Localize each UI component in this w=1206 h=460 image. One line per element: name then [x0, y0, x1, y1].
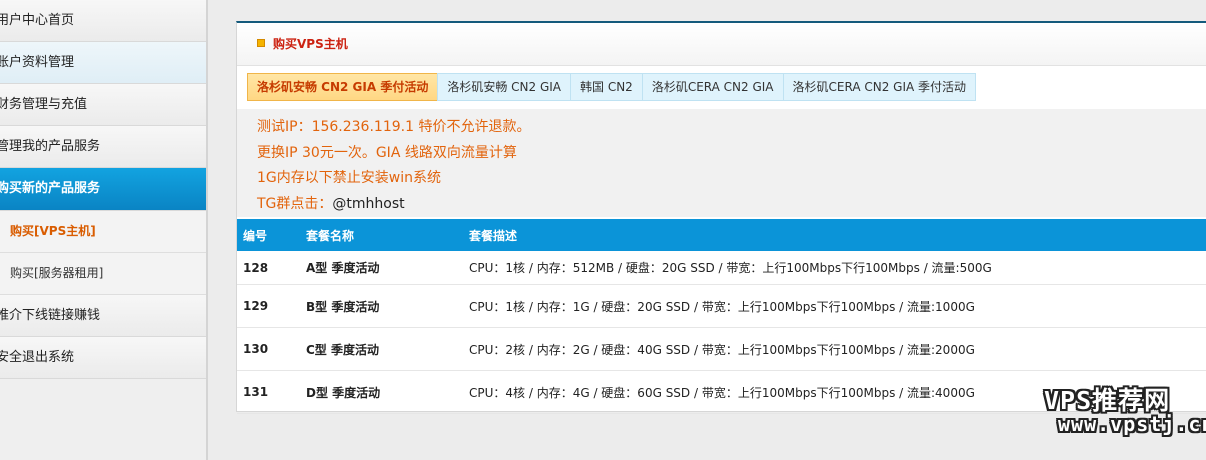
sidebar-subitem-buy-server[interactable]: 购买[服务器租用] [0, 253, 206, 295]
notice-line: 测试IP：156.236.119.1 特价不允许退款。 [257, 119, 531, 135]
plan-id: 131 [237, 370, 300, 414]
plan-id: 128 [237, 251, 300, 285]
sidebar-item-buy-products[interactable]: 购买新的产品服务 [0, 168, 206, 211]
region-tabs: 洛杉矶安畅 CN2 GIA 季付活动 洛杉矶安畅 CN2 GIA 韩国 CN2 … [247, 73, 977, 101]
plan-desc: CPU：1核 / 内存：1G / 硬盘：20G SSD / 带宽：上行100Mb… [463, 284, 1206, 328]
plan-name[interactable]: D型 季度活动 [300, 370, 463, 414]
sidebar: 用户中心首页 账户资料管理 财务管理与充值 管理我的产品服务 购买新的产品服务 … [0, 0, 208, 460]
column-header-name: 套餐名称 [300, 219, 463, 251]
watermark-url: www.vpstj.cn [1058, 412, 1206, 436]
tab-la-cn2-gia-quarterly[interactable]: 洛杉矶安畅 CN2 GIA 季付活动 [247, 73, 439, 101]
panel-header: 购买VPS主机 [237, 23, 1206, 66]
sidebar-item-my-products[interactable]: 管理我的产品服务 [0, 126, 206, 168]
tab-la-cera-cn2-gia-quarterly[interactable]: 洛杉矶CERA CN2 GIA 季付活动 [782, 73, 977, 101]
plan-name[interactable]: C型 季度活动 [300, 327, 463, 371]
sidebar-item-logout[interactable]: 安全退出系统 [0, 337, 206, 379]
plan-name[interactable]: A型 季度活动 [300, 251, 463, 285]
table-row[interactable]: 130 C型 季度活动 CPU：2核 / 内存：2G / 硬盘：40G SSD … [237, 327, 1206, 371]
notice-box: 测试IP：156.236.119.1 特价不允许退款。 更换IP 30元一次。G… [237, 109, 1206, 217]
panel-title: 购买VPS主机 [273, 37, 348, 51]
plan-id: 129 [237, 284, 300, 328]
sidebar-item-account[interactable]: 账户资料管理 [0, 42, 206, 84]
column-header-id: 编号 [237, 219, 300, 251]
table-header-row: 编号 套餐名称 套餐描述 [237, 219, 1206, 251]
notice-line: TG群点击：@tmhhost [257, 192, 1206, 218]
sidebar-subitem-buy-vps[interactable]: 购买[VPS主机] [0, 211, 206, 253]
tab-la-cn2-gia[interactable]: 洛杉矶安畅 CN2 GIA [437, 73, 572, 101]
main-panel: 购买VPS主机 洛杉矶安畅 CN2 GIA 季付活动 洛杉矶安畅 CN2 GIA… [236, 21, 1206, 414]
table-row[interactable]: 129 B型 季度活动 CPU：1核 / 内存：1G / 硬盘：20G SSD … [237, 284, 1206, 328]
sidebar-item-finance[interactable]: 财务管理与充值 [0, 84, 206, 126]
notice-line: 1G内存以下禁止安装win系统 [257, 170, 441, 186]
plan-desc: CPU：2核 / 内存：2G / 硬盘：40G SSD / 带宽：上行100Mb… [463, 327, 1206, 371]
tg-link[interactable]: @tmhhost [332, 196, 404, 212]
sidebar-item-referral[interactable]: 推介下线链接赚钱 [0, 295, 206, 337]
plan-name[interactable]: B型 季度活动 [300, 284, 463, 328]
notice-line: 更换IP 30元一次。GIA 线路双向流量计算 [257, 144, 517, 161]
plan-desc: CPU：1核 / 内存：512MB / 硬盘：20G SSD / 带宽：上行10… [463, 251, 1206, 285]
sidebar-item-home[interactable]: 用户中心首页 [0, 0, 206, 42]
tab-la-cera-cn2-gia[interactable]: 洛杉矶CERA CN2 GIA [641, 73, 784, 101]
table-row[interactable]: 128 A型 季度活动 CPU：1核 / 内存：512MB / 硬盘：20G S… [237, 251, 1206, 285]
bullet-square-icon [257, 39, 265, 47]
column-header-desc: 套餐描述 [463, 219, 1206, 251]
tab-korea-cn2[interactable]: 韩国 CN2 [570, 73, 643, 101]
plan-id: 130 [237, 327, 300, 371]
tg-prefix: TG群点击： [257, 195, 333, 212]
